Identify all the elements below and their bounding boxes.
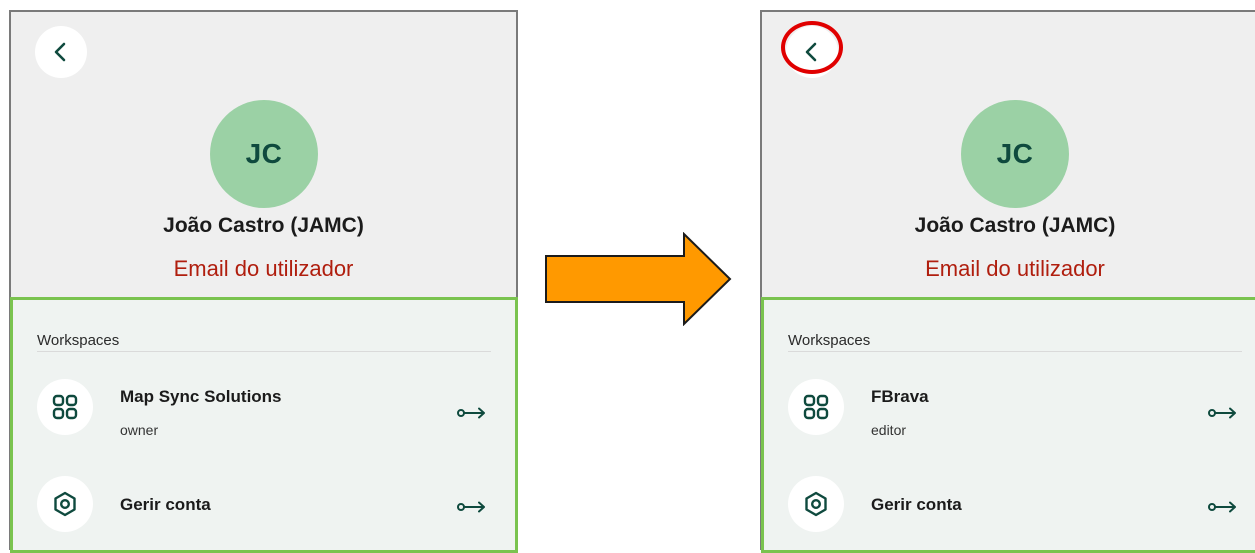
- user-name: João Castro (JAMC): [163, 214, 364, 237]
- divider: [788, 351, 1242, 352]
- workspaces-header: Workspaces: [37, 332, 120, 349]
- chevron-left-icon: [54, 42, 66, 62]
- key-arrow-icon[interactable]: [1208, 406, 1238, 424]
- divider: [37, 351, 491, 352]
- workspace-role: owner: [120, 422, 159, 438]
- user-email: Email do utilizador: [925, 256, 1105, 281]
- workspace-role: editor: [871, 422, 907, 438]
- key-arrow-icon[interactable]: [457, 406, 487, 424]
- back-button[interactable]: [35, 26, 87, 78]
- workspace-name: Map Sync Solutions: [120, 387, 282, 406]
- workspaces-section: Workspaces FBrava editor Gerir conta: [761, 297, 1255, 553]
- workspaces-header: Workspaces: [788, 332, 871, 349]
- avatar: JC: [961, 100, 1069, 208]
- key-arrow-icon[interactable]: [1208, 500, 1238, 518]
- user-email: Email do utilizador: [173, 256, 354, 281]
- profile-panel-before: JC João Castro (JAMC) Email do utilizado…: [9, 10, 518, 553]
- settings-icon: [788, 476, 844, 532]
- grid-icon: [37, 379, 93, 435]
- manage-account-label: Gerir conta: [871, 495, 962, 514]
- profile-panel-after: JC João Castro (JAMC) Email do utilizado…: [760, 10, 1255, 553]
- workspace-name: FBrava: [871, 387, 929, 406]
- highlight-circle: [781, 21, 843, 74]
- transition-arrow-icon: [545, 232, 732, 326]
- settings-icon: [37, 476, 93, 532]
- manage-account-label: Gerir conta: [120, 495, 211, 514]
- grid-icon: [788, 379, 844, 435]
- user-name: João Castro (JAMC): [914, 214, 1116, 237]
- avatar: JC: [210, 100, 318, 208]
- key-arrow-icon[interactable]: [457, 500, 487, 518]
- workspaces-section: Workspaces Map Sync Solutions owner Geri…: [10, 297, 518, 553]
